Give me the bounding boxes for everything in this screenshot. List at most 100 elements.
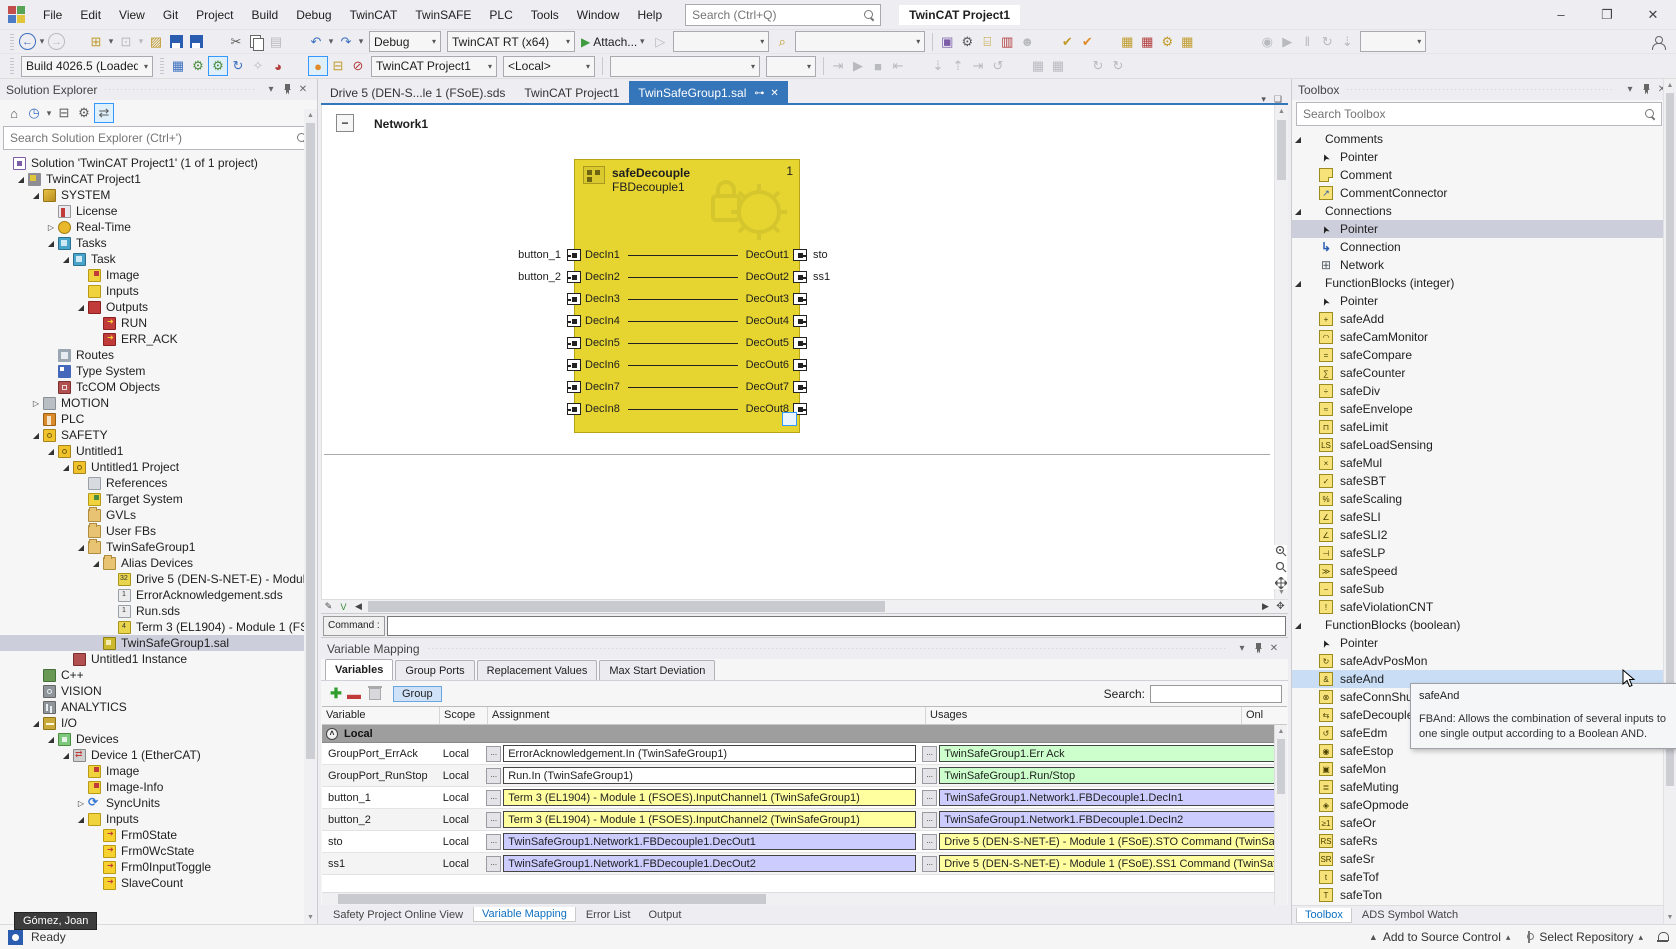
toolbar-icon[interactable]: ▾ [106,32,116,52]
tree-item[interactable]: Run.sds [0,603,317,619]
menu-item[interactable]: TwinSAFE [406,4,480,26]
toolbar-icon[interactable]: ✔ [1077,32,1097,52]
tree-item[interactable]: TcCOM Objects [0,379,317,395]
toolbox-item[interactable]: − safeSub [1292,580,1676,598]
toolbox-item[interactable]: = safeCompare [1292,346,1676,364]
tree-item[interactable]: C++ [0,667,317,683]
toolbar-icon[interactable]: ⊞ [86,32,106,52]
menu-item[interactable]: View [110,4,154,26]
assignment-browse-button[interactable]: ... [486,834,501,850]
bottom-tab[interactable]: Variable Mapping [473,907,576,922]
tree-item[interactable]: Term 3 (EL1904) - Module 1 (FSC [0,619,317,635]
toolbar-icon[interactable] [1217,32,1237,52]
expander-icon[interactable] [60,255,72,264]
input-variable-label[interactable]: button_2 [518,271,561,283]
pin-icon[interactable] [1250,641,1266,657]
expander-icon[interactable] [60,751,72,760]
output-connector-icon[interactable] [793,249,807,261]
toolbox-item[interactable]: ! safeViolationCNT [1292,598,1676,616]
add-to-source-control-button[interactable]: ▲ Add to Source Control ▴ [1369,930,1511,944]
input-pin-label[interactable]: DecIn8 [585,403,620,415]
toolbar-icon[interactable]: ↻ [1108,56,1128,76]
toolbar-icon[interactable] [1037,32,1057,52]
tree-item[interactable]: ERR_ACK [0,331,317,347]
input-connector-icon[interactable] [567,403,581,415]
tree-item[interactable]: VISION [0,683,317,699]
input-connector-icon[interactable] [567,359,581,371]
toolbar-icon[interactable] [246,32,266,52]
expander-icon[interactable] [30,399,42,408]
column-usages[interactable]: Usages [926,707,1242,724]
minimize-button[interactable]: – [1538,0,1584,29]
pin-icon[interactable] [1638,82,1654,98]
toolbox-search-input[interactable] [1303,107,1645,121]
canvas-horizontal-scrollbar[interactable]: ✎ V ◀ ▶ ✥ [321,599,1288,613]
toolbar-icon[interactable]: ▨ [146,32,166,52]
expander-icon[interactable] [45,223,57,232]
menu-item[interactable]: Project [187,4,242,26]
toolbar-icon[interactable]: ⊘ [348,56,368,76]
expander-icon[interactable] [45,447,57,456]
input-connector-icon[interactable] [567,271,581,283]
tree-item[interactable]: PLC [0,411,317,427]
empty-combo-5[interactable]: ▾ [766,56,816,77]
solution-search-box[interactable] [3,126,314,150]
assignment-value[interactable]: Run.In (TwinSafeGroup1) [503,767,916,784]
toolbox-item[interactable]: ∠ safeSLI [1292,508,1676,526]
toolbar-icon[interactable]: ↺ [988,56,1008,76]
menu-item[interactable]: File [34,4,71,26]
quick-search-input[interactable] [692,8,864,22]
toolbox-item[interactable]: × safeMul [1292,454,1676,472]
toolbox-item[interactable]: ⊓ safeLimit [1292,418,1676,436]
menu-item[interactable]: PLC [480,4,521,26]
empty-combo-1[interactable]: ▾ [673,31,769,52]
toolbar-icon[interactable]: ▶ [848,56,868,76]
toolbar-icon[interactable] [186,32,206,52]
bottom-tab[interactable]: Toolbox [1296,908,1352,923]
toolbar-icon[interactable]: ⇥ [968,56,988,76]
tree-item[interactable]: Inputs [0,283,317,299]
select-repository-button[interactable]: Select Repository ▴ [1524,930,1643,944]
expander-icon[interactable] [90,559,102,568]
usages-value[interactable]: TwinSafeGroup1.Run/Stop [939,767,1287,784]
usages-browse-button[interactable]: ... [922,746,937,762]
twincat-status-icon[interactable] [8,930,23,945]
toolbox-item[interactable]: Comment [1292,166,1676,184]
variable-row[interactable]: button_2 Local ... Term 3 (EL1904) - Mod… [322,809,1287,831]
toolbar-icon[interactable]: ↷ [336,32,356,52]
toolbox-item[interactable]: % safeScaling [1292,490,1676,508]
input-variable-label[interactable]: button_1 [518,249,561,261]
mapping-tab[interactable]: Max Start Deviation [599,660,715,680]
toolbar-icon[interactable] [66,32,86,52]
menu-item[interactable]: Help [628,4,671,26]
table-horizontal-scrollbar[interactable] [322,892,1274,905]
usages-browse-button[interactable]: ... [922,790,937,806]
expander-icon[interactable] [75,815,87,824]
output-connector-icon[interactable] [793,315,807,327]
toolbar-icon[interactable]: ← [19,33,36,50]
start-without-debug-icon[interactable]: ▷ [650,32,670,52]
zoom-icon[interactable] [1275,561,1287,573]
collapse-group-icon[interactable]: ˄ [326,728,338,740]
toolbar-icon[interactable]: ⇣ [1337,32,1357,52]
toolbox-item[interactable]: Comments [1292,130,1676,148]
toolbox-item[interactable]: + safeAdd [1292,310,1676,328]
input-connector-icon[interactable] [567,337,581,349]
debug-config-combo[interactable]: Debug▾ [369,31,441,52]
toolbar-grip[interactable] [10,58,14,74]
expander-icon[interactable] [15,175,27,184]
toolbox-item[interactable]: Pointer [1292,148,1676,166]
usages-browse-button[interactable]: ... [922,768,937,784]
window-menu-icon[interactable]: ▾ [263,82,279,98]
toolbar-icon[interactable]: ▾ [326,32,336,52]
toolbox-item[interactable]: ⊞ Network [1292,256,1676,274]
solution-explorer-tool-icon[interactable]: ⊟ [54,103,74,123]
toolbox-item[interactable]: ÷ safeDiv [1292,382,1676,400]
expander-icon[interactable] [75,543,87,552]
tree-item[interactable]: Routes [0,347,317,363]
tree-item[interactable]: Alias Devices [0,555,317,571]
tree-item[interactable]: I/O [0,715,317,731]
toolbox-item[interactable]: SR safeSr [1292,850,1676,868]
tree-item[interactable]: References [0,475,317,491]
variable-row[interactable]: ss1 Local ... TwinSafeGroup1.Network1.FB… [322,853,1287,875]
